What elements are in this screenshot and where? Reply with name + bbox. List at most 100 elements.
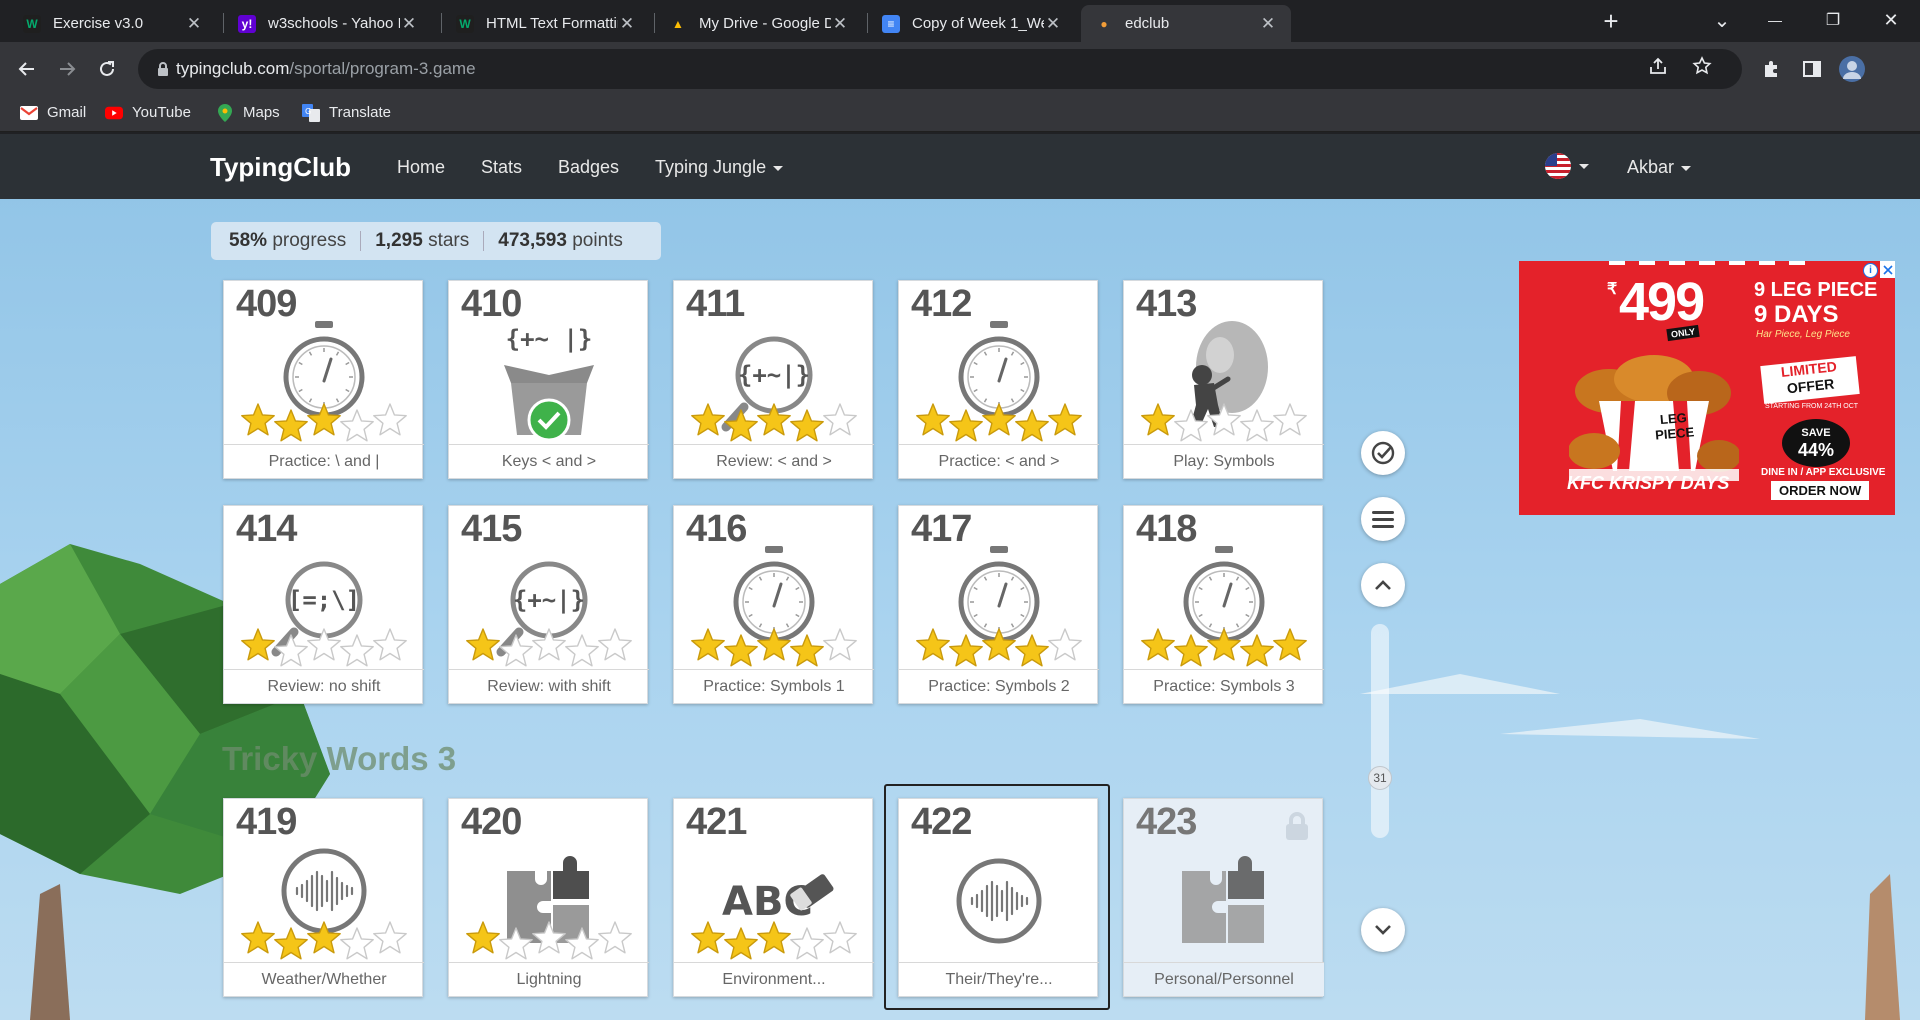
share-icon[interactable] — [1648, 56, 1668, 82]
close-tab-icon[interactable]: ✕ — [400, 14, 418, 34]
star-rating — [241, 921, 407, 960]
lesson-card-420[interactable]: 420 Lightning — [448, 798, 649, 997]
minimize-button[interactable]: — — [1752, 0, 1798, 40]
completed-filter-button[interactable] — [1361, 431, 1405, 475]
filled-star-icon — [1048, 403, 1082, 436]
puzzle-piece — [1182, 871, 1226, 943]
stopwatch-icon — [916, 321, 1082, 442]
browser-tab[interactable]: ● edclub ✕ — [1081, 5, 1291, 42]
scroll-up-button[interactable] — [1361, 563, 1405, 607]
lesson-card-412[interactable]: 412 Practice: < and > — [898, 280, 1099, 479]
ad-save-label: SAVE — [1801, 427, 1831, 439]
filled-star-icon — [724, 409, 758, 442]
stars-label: stars — [428, 230, 470, 251]
ad-order-now-button[interactable]: ORDER NOW — [1771, 481, 1870, 500]
nav-badges[interactable]: Badges — [558, 157, 619, 178]
empty-star-icon — [790, 927, 824, 960]
lesson-card-417[interactable]: 417 Practice: Symbols 2 — [898, 505, 1099, 704]
puzzle-piece — [1228, 856, 1264, 899]
audio-wave-icon — [241, 848, 407, 960]
empty-star-icon — [340, 927, 374, 960]
extensions-button[interactable] — [1754, 51, 1790, 87]
close-window-button[interactable]: ✕ — [1868, 0, 1914, 40]
browser-tab[interactable]: ▲ My Drive - Google Drive✕ — [655, 5, 863, 42]
bookmark-youtube[interactable]: YouTube — [105, 104, 191, 121]
close-tab-icon[interactable]: ✕ — [831, 14, 849, 34]
language-selector[interactable] — [1544, 152, 1589, 180]
forward-button[interactable] — [49, 51, 85, 87]
scroll-position-thumb[interactable]: 31 — [1368, 766, 1392, 790]
maximize-button[interactable]: ❐ — [1810, 0, 1856, 40]
address-bar[interactable]: typingclub.com/sportal/program-3.game — [138, 49, 1742, 89]
ad-badge-note: STARTING FROM 24TH OCT — [1765, 403, 1859, 410]
side-panel-button[interactable] — [1794, 51, 1830, 87]
lesson-title: Practice: Symbols 3 — [1124, 669, 1324, 703]
star-rating — [691, 921, 857, 960]
side-panel-icon — [1803, 61, 1821, 77]
close-tab-icon[interactable]: ✕ — [185, 14, 203, 34]
menu-button[interactable] — [1361, 497, 1405, 541]
bookmark-gmail[interactable]: Gmail — [20, 104, 86, 121]
tab-search-button[interactable]: ⌄ — [1699, 0, 1745, 40]
empty-star-icon — [340, 634, 374, 667]
browser-tab[interactable]: ≡ Copy of Week 1_Web Design✕ — [868, 5, 1076, 42]
minimize-icon: — — [1768, 12, 1782, 28]
browser-tab[interactable]: W HTML Text Formatting✕ — [442, 5, 650, 42]
balloon-highlight — [1206, 337, 1234, 373]
new-keys-box-icon: {+~ |} — [504, 325, 594, 442]
close-tab-icon[interactable]: ✕ — [1044, 14, 1062, 34]
filled-star-icon — [241, 628, 275, 661]
tab-title: Exercise v3.0 — [53, 15, 144, 32]
ad-info-icon[interactable]: i — [1863, 263, 1878, 278]
stopwatch-crown — [990, 546, 1008, 553]
nav-stats[interactable]: Stats — [481, 157, 522, 178]
ad-bucket-text: LEG PIECE — [1643, 408, 1705, 443]
bookmark-translate[interactable]: G Translate — [302, 103, 391, 122]
lesson-card-411[interactable]: 411 {+~|} Review: < and > — [673, 280, 874, 479]
lesson-card-413[interactable]: 413 Play: Symbols — [1123, 280, 1324, 479]
new-tab-button[interactable]: + — [1588, 1, 1634, 41]
puzzle-extension-icon — [1765, 61, 1777, 77]
lesson-card-421[interactable]: 421 ABC Environment... — [673, 798, 874, 997]
scroll-track[interactable] — [1371, 624, 1389, 838]
lesson-card-422[interactable]: 422 Their/They're... — [898, 798, 1099, 997]
tab-divider — [441, 13, 442, 33]
lesson-title: Personal/Personnel — [1124, 962, 1324, 996]
kfc-advertisement[interactable]: i ₹ 499 ONLY 9 LEG PIECE 9 DAYS Har Piec… — [1519, 261, 1895, 515]
ad-close-icon[interactable] — [1880, 261, 1895, 278]
reload-button[interactable] — [89, 51, 125, 87]
lesson-title: Weather/Whether — [224, 962, 424, 996]
lesson-card-419[interactable]: 419 Weather/Whether — [223, 798, 424, 997]
close-tab-icon[interactable]: ✕ — [618, 14, 636, 34]
nav-typing-jungle[interactable]: Typing Jungle — [655, 157, 784, 178]
browser-tab[interactable]: y! w3schools - Yahoo India Search✕ — [224, 5, 432, 42]
profile-button[interactable] — [1834, 51, 1870, 87]
star-rating — [1141, 628, 1307, 667]
lesson-card-409[interactable]: 409 Practice: \ and | — [223, 280, 424, 479]
star-rating — [916, 628, 1082, 667]
user-menu[interactable]: Akbar — [1627, 157, 1692, 178]
site-logo[interactable]: TypingClub — [210, 152, 351, 183]
magnifier-review-icon: {+~|} — [466, 561, 632, 667]
empty-star-icon — [499, 634, 533, 667]
chevron-up-icon — [1375, 580, 1391, 590]
lesson-card-418[interactable]: 418 Practice: Symbols 3 — [1123, 505, 1324, 704]
filled-star-icon — [724, 634, 758, 667]
back-button[interactable] — [9, 51, 45, 87]
lesson-card-423[interactable]: 423 Personal/Personnel — [1123, 798, 1324, 997]
lesson-card-414[interactable]: 414 [=;\] Review: no shift — [223, 505, 424, 704]
scroll-down-button[interactable] — [1361, 908, 1405, 952]
tab-divider — [654, 13, 655, 33]
puzzle-icon — [1182, 856, 1264, 943]
bookmark-maps[interactable]: Maps — [216, 103, 280, 122]
ad-badge-text-2: OFFER — [1786, 375, 1836, 397]
lesson-card-416[interactable]: 416 Practice: Symbols 1 — [673, 505, 874, 704]
filled-star-icon — [691, 403, 725, 436]
close-tab-icon[interactable]: ✕ — [1259, 14, 1277, 34]
empty-star-icon — [565, 634, 599, 667]
bookmark-star-icon[interactable] — [1692, 56, 1712, 82]
lesson-card-415[interactable]: 415 {+~|} Review: with shift — [448, 505, 649, 704]
lesson-card-410[interactable]: 410 {+~ |} Keys < and > — [448, 280, 649, 479]
browser-tab[interactable]: W Exercise v3.0 ✕ — [9, 5, 217, 42]
nav-home[interactable]: Home — [397, 157, 445, 178]
